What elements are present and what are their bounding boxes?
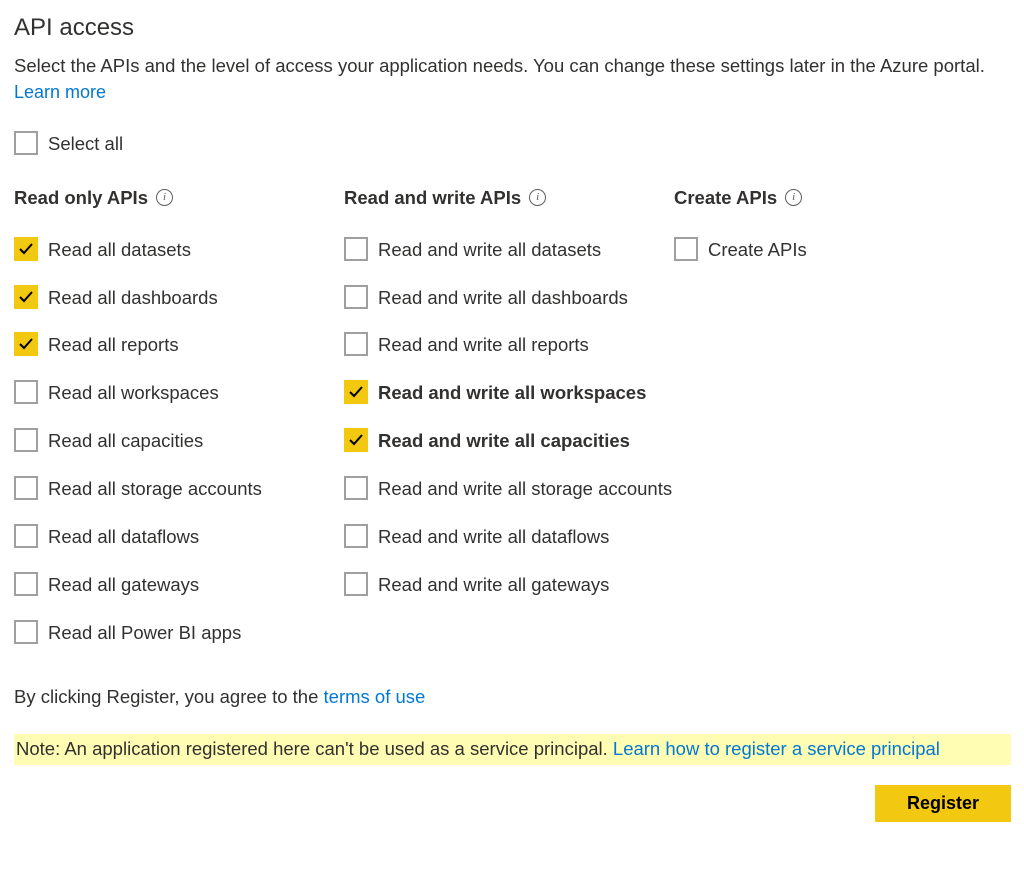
checkbox-box [14,285,38,309]
info-icon[interactable] [785,189,802,206]
checkbox-label: Read and write all storage accounts [378,476,672,502]
checkbox-label: Read all Power BI apps [48,620,241,646]
checkbox-box [14,620,38,644]
checkbox-box [14,428,38,452]
register-button[interactable]: Register [875,785,1011,822]
checkbox-box [344,285,368,309]
check-icon [348,432,364,448]
check-icon [18,241,34,257]
read-write-item[interactable]: Read and write all datasets [344,237,674,263]
checkbox-box [674,237,698,261]
checkbox-label: Read all dashboards [48,285,218,311]
read-write-item[interactable]: Read and write all dataflows [344,524,674,550]
read-only-item[interactable]: Read all dashboards [14,285,344,311]
checkbox-box [344,476,368,500]
checkbox-box [14,476,38,500]
terms-text: By clicking Register, you agree to the t… [14,686,1010,708]
select-all-label: Select all [48,131,123,157]
service-principal-link[interactable]: Learn how to register a service principa… [613,738,940,759]
checkbox-label: Read all storage accounts [48,476,262,502]
checkbox-label: Read all dataflows [48,524,199,550]
checkbox-label: Read all datasets [48,237,191,263]
read-only-item[interactable]: Read all reports [14,332,344,358]
create-item[interactable]: Create APIs [674,237,974,263]
create-column: Create APIs Create APIs [674,187,974,668]
checkbox-label: Read all gateways [48,572,199,598]
checkbox-label: Read and write all dashboards [378,285,628,311]
read-write-item[interactable]: Read and write all workspaces [344,380,674,406]
info-icon[interactable] [529,189,546,206]
checkbox-box [14,380,38,404]
read-only-item[interactable]: Read all workspaces [14,380,344,406]
checkbox-box [344,524,368,548]
checkbox-label: Read and write all datasets [378,237,601,263]
checkbox-label: Read all capacities [48,428,203,454]
read-write-item[interactable]: Read and write all dashboards [344,285,674,311]
checkbox-box [14,524,38,548]
read-write-header: Read and write APIs [344,187,674,209]
note-bar: Note: An application registered here can… [14,734,1011,765]
page-description: Select the APIs and the level of access … [14,52,1010,80]
read-only-item[interactable]: Read all gateways [14,572,344,598]
read-only-item[interactable]: Read all capacities [14,428,344,454]
checkbox-box [344,572,368,596]
checkbox-box [344,380,368,404]
checkbox-label: Read and write all dataflows [378,524,609,550]
checkbox-label: Read and write all reports [378,332,589,358]
select-all-checkbox[interactable]: Select all [14,131,123,157]
checkbox-box [344,428,368,452]
checkbox-box [14,332,38,356]
read-write-column: Read and write APIs Read and write all d… [344,187,674,668]
read-only-item[interactable]: Read all Power BI apps [14,620,344,646]
checkbox-label: Create APIs [708,237,807,263]
checkbox-box [344,237,368,261]
terms-of-use-link[interactable]: terms of use [324,686,426,707]
read-write-item[interactable]: Read and write all reports [344,332,674,358]
learn-more-link[interactable]: Learn more [14,82,106,102]
api-columns: Read only APIs Read all datasets Read all… [14,187,1010,668]
checkbox-box [14,131,38,155]
checkbox-label: Read all workspaces [48,380,219,406]
check-icon [18,289,34,305]
checkbox-box [344,332,368,356]
info-icon[interactable] [156,189,173,206]
read-write-item[interactable]: Read and write all storage accounts [344,476,674,502]
checkbox-box [14,237,38,261]
page-title: API access [14,14,1010,42]
read-only-item[interactable]: Read all storage accounts [14,476,344,502]
read-only-item[interactable]: Read all datasets [14,237,344,263]
checkbox-box [14,572,38,596]
read-write-item[interactable]: Read and write all capacities [344,428,674,454]
read-only-header: Read only APIs [14,187,344,209]
read-only-item[interactable]: Read all dataflows [14,524,344,550]
checkbox-label: Read and write all gateways [378,572,609,598]
checkbox-label: Read and write all workspaces [378,380,646,406]
check-icon [348,384,364,400]
read-only-column: Read only APIs Read all datasets Read all… [14,187,344,668]
checkbox-label: Read all reports [48,332,179,358]
read-write-item[interactable]: Read and write all gateways [344,572,674,598]
create-header: Create APIs [674,187,974,209]
checkbox-label: Read and write all capacities [378,428,630,454]
check-icon [18,336,34,352]
